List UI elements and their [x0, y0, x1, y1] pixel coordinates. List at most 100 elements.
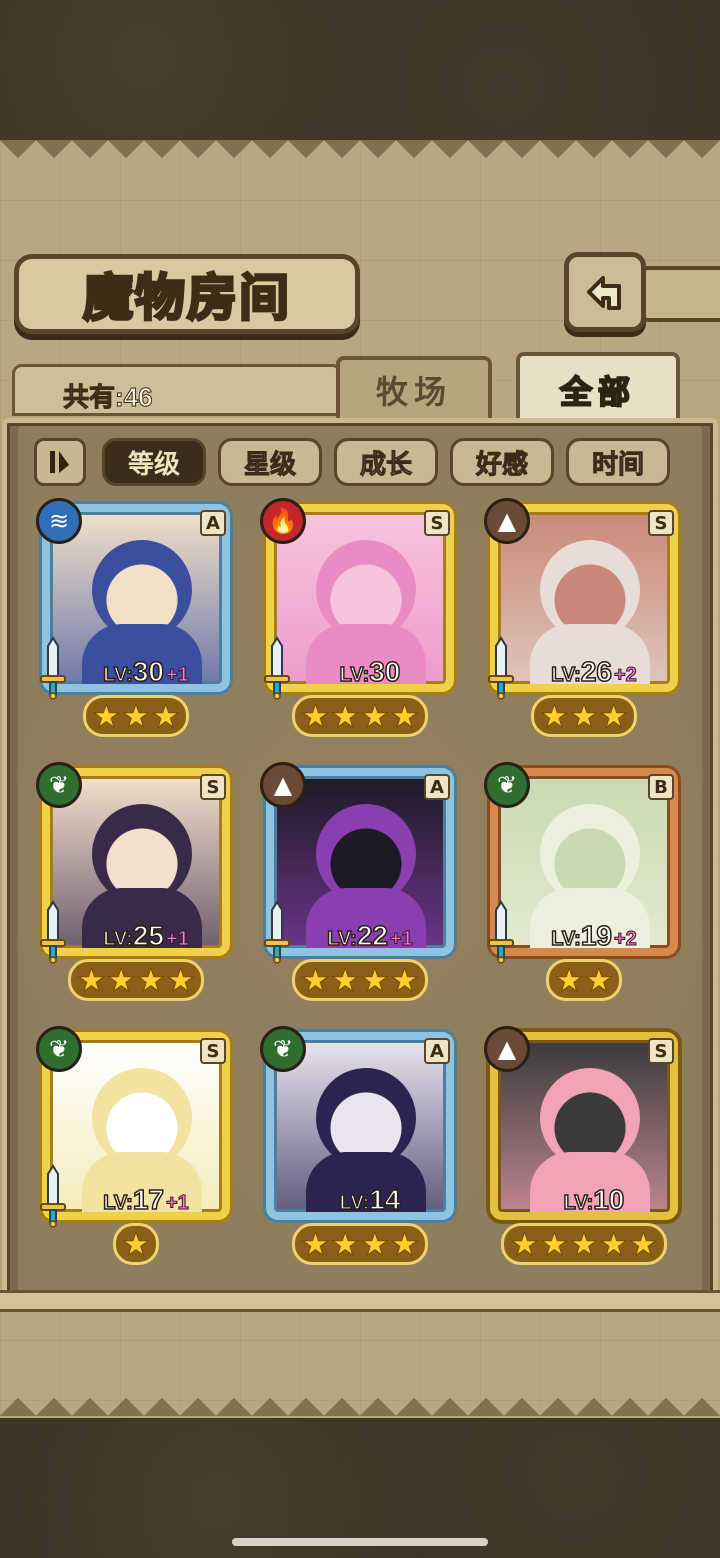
star-icon: ★: [106, 961, 136, 999]
level-bonus: +1: [165, 664, 189, 687]
back-button-rail: [640, 266, 720, 322]
star-icon: ★: [330, 697, 360, 735]
monster-card[interactable]: ▲ S LV: 26 +2 ★ ★ ★: [484, 498, 684, 744]
sword-icon: [40, 1164, 66, 1228]
star-rating-box: ★ ★ ★ ★: [68, 959, 204, 1001]
top-map-background: [0, 0, 720, 140]
star-rating-box: ★ ★ ★ ★ ★: [501, 1223, 667, 1265]
leaf-icon: ❦: [36, 762, 82, 808]
star-rating: ★ ★ ★: [36, 694, 236, 738]
level-prefix: LV:: [102, 1191, 133, 1215]
star-rating: ★ ★ ★ ★: [260, 958, 460, 1002]
monster-level: LV: 17 +1: [66, 1183, 226, 1218]
filter-affection[interactable]: 好感: [450, 438, 554, 486]
star-rating: ★: [36, 1222, 236, 1266]
star-icon: ★: [151, 697, 181, 735]
rank-badge: A: [200, 510, 226, 536]
level-number: 14: [368, 1183, 401, 1216]
star-rating-box: ★ ★ ★: [82, 695, 190, 737]
flame-icon: 🔥: [260, 498, 306, 544]
filter-level[interactable]: 等级: [102, 438, 206, 486]
star-icon: ★: [330, 961, 360, 999]
back-arrow-icon: [587, 276, 621, 310]
monster-card[interactable]: ❦ A LV: 14 ★ ★ ★ ★: [260, 1026, 460, 1272]
monster-level: LV: 10: [514, 1183, 674, 1218]
rank-badge: S: [200, 1038, 226, 1064]
star-icon: ★: [390, 1225, 420, 1263]
rank-badge: S: [648, 1038, 674, 1064]
star-rating-box: ★ ★ ★ ★: [292, 695, 428, 737]
monster-card[interactable]: ≋ A LV: 30 +1 ★ ★ ★: [36, 498, 236, 744]
level-prefix: LV:: [550, 927, 581, 951]
sword-icon: [264, 636, 290, 700]
star-icon: ★: [166, 961, 196, 999]
rank-badge: S: [200, 774, 226, 800]
level-number: 22: [356, 919, 389, 952]
level-prefix: LV:: [339, 1191, 370, 1215]
star-icon: ★: [584, 961, 614, 999]
page-title: 魔物房间: [82, 267, 291, 329]
panel-bottom-rail: [0, 1290, 720, 1312]
rank-badge: A: [424, 774, 450, 800]
sword-icon: [488, 900, 514, 964]
star-icon: ★: [136, 961, 166, 999]
filter-growth[interactable]: 成长: [334, 438, 438, 486]
home-indicator[interactable]: [232, 1538, 488, 1546]
star-icon: ★: [599, 1225, 629, 1263]
rank-badge: B: [648, 774, 674, 800]
monster-level: LV: 14: [290, 1183, 450, 1218]
level-prefix: LV:: [102, 927, 133, 951]
monster-level: LV: 19 +2: [514, 919, 674, 954]
tab-all[interactable]: 全部: [516, 352, 680, 424]
rank-badge: A: [424, 1038, 450, 1064]
monster-level: LV: 22 +1: [290, 919, 450, 954]
star-icon: ★: [360, 1225, 390, 1263]
star-icon: ★: [539, 697, 569, 735]
monster-card[interactable]: 🔥 S LV: 30 ★ ★ ★ ★: [260, 498, 460, 744]
filter-time[interactable]: 时间: [566, 438, 670, 486]
star-rating-box: ★: [112, 1223, 160, 1265]
monster-card[interactable]: ▲ A LV: 22 +1 ★ ★ ★ ★: [260, 762, 460, 1008]
level-number: 10: [592, 1183, 625, 1216]
mountain-icon: ▲: [484, 1026, 530, 1072]
monster-card[interactable]: ❦ S LV: 25 +1 ★ ★ ★ ★: [36, 762, 236, 1008]
level-number: 19: [580, 919, 613, 952]
sword-icon: [40, 900, 66, 964]
monster-card[interactable]: ❦ S LV: 17 +1 ★: [36, 1026, 236, 1272]
star-rating-box: ★ ★ ★ ★: [292, 959, 428, 1001]
level-prefix: LV:: [563, 1191, 594, 1215]
star-icon: ★: [629, 1225, 659, 1263]
level-number: 30: [132, 655, 165, 688]
monster-level: LV: 30: [290, 655, 450, 690]
level-number: 30: [368, 655, 401, 688]
torn-edge-top: [0, 140, 720, 176]
star-icon: ★: [510, 1225, 540, 1263]
tab-farm[interactable]: 牧场: [336, 356, 492, 420]
filter-star[interactable]: 星级: [218, 438, 322, 486]
leaf-icon: ❦: [36, 1026, 82, 1072]
star-rating: ★ ★ ★ ★ ★: [484, 1222, 684, 1266]
back-button[interactable]: [564, 252, 646, 332]
mountain-icon: ▲: [484, 498, 530, 544]
level-bonus: +1: [389, 928, 413, 951]
star-icon: ★: [330, 1225, 360, 1263]
star-rating-box: ★ ★ ★ ★: [292, 1223, 428, 1265]
star-icon: ★: [77, 961, 107, 999]
monster-level: LV: 30 +1: [66, 655, 226, 690]
level-bonus: +1: [165, 1192, 189, 1215]
leaf-icon: ❦: [484, 762, 530, 808]
level-prefix: LV:: [550, 663, 581, 687]
monster-count-bar: 共有:46: [12, 364, 342, 416]
level-number: 26: [580, 655, 613, 688]
star-icon: ★: [554, 961, 584, 999]
sort-order-toggle[interactable]: [34, 438, 86, 486]
rank-badge: S: [424, 510, 450, 536]
star-icon: ★: [91, 697, 121, 735]
monster-count: 共有:46: [63, 382, 154, 413]
star-rating: ★ ★ ★: [484, 694, 684, 738]
level-number: 17: [132, 1183, 165, 1216]
level-prefix: LV:: [326, 927, 357, 951]
water-wave-icon: ≋: [36, 498, 82, 544]
monster-card[interactable]: ▲ S LV: 10 ★ ★ ★ ★ ★: [484, 1026, 684, 1272]
monster-card[interactable]: ❦ B LV: 19 +2 ★ ★: [484, 762, 684, 1008]
